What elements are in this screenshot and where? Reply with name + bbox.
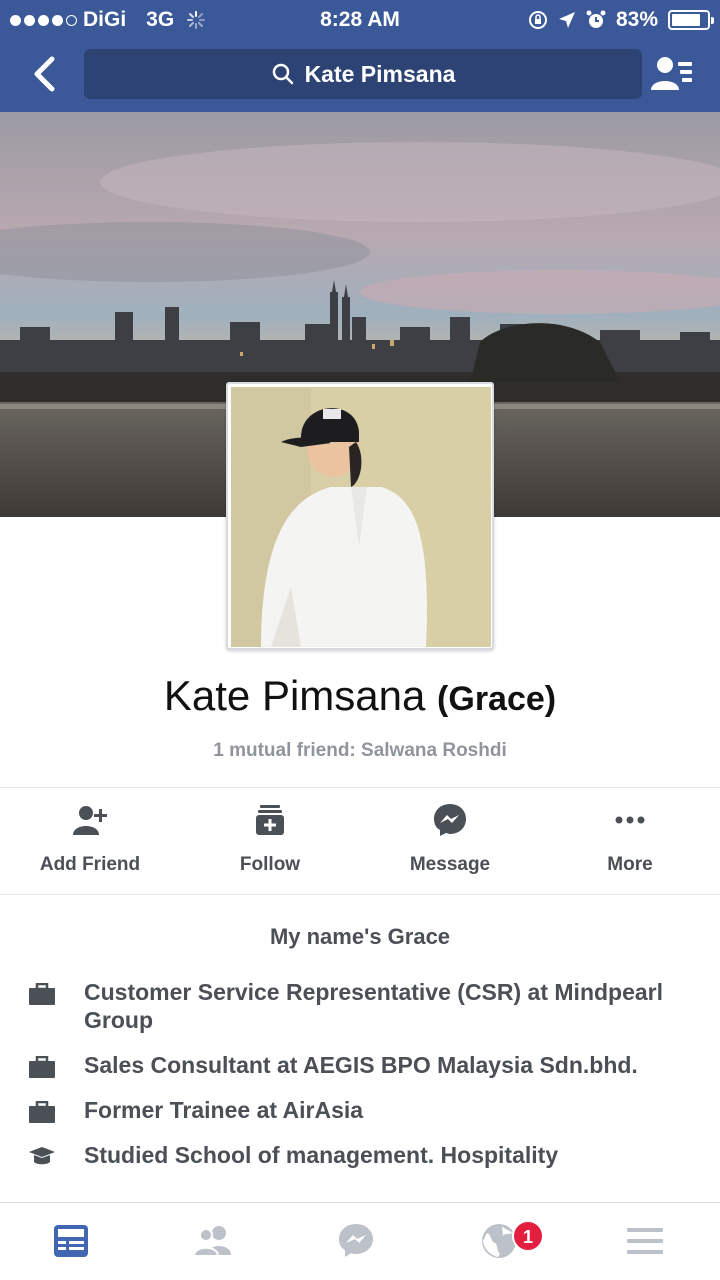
battery-icon (668, 10, 714, 30)
alternate-name: (Grace) (437, 680, 557, 718)
back-chevron-icon[interactable] (26, 54, 66, 94)
work-item-text: Former Trainee at AirAsia (84, 1097, 364, 1123)
add-friend-button[interactable]: Add Friend (0, 788, 180, 894)
friend-requests-icon[interactable] (650, 54, 694, 94)
education-item-text: Studied School of management. Hospitalit… (84, 1142, 559, 1168)
rotation-lock-icon (528, 11, 547, 29)
search-query: Kate Pimsana (304, 60, 456, 87)
full-name: Kate Pimsana (163, 672, 426, 719)
briefcase-icon (29, 1101, 55, 1123)
graduation-cap-icon (29, 1147, 55, 1165)
messenger-icon (434, 804, 466, 836)
alarm-icon (586, 10, 606, 28)
notification-badge: 1 (512, 1220, 544, 1252)
briefcase-icon (29, 983, 55, 1005)
battery-percent: 83% (615, 8, 658, 31)
intro-list: Customer Service Representative (CSR) at… (0, 978, 720, 1186)
profile-actions: Add Friend Follow Message More (0, 788, 720, 894)
messenger-tab-icon[interactable] (335, 1221, 377, 1261)
message-label: Message (409, 854, 491, 875)
add-friend-label: Add Friend (39, 854, 141, 875)
divider (0, 894, 720, 895)
work-item[interactable]: Customer Service Representative (CSR) at… (0, 978, 720, 1034)
bio-text: My name's Grace (269, 924, 451, 949)
work-item[interactable]: Sales Consultant at AEGIS BPO Malaysia S… (0, 1051, 720, 1079)
more-button[interactable]: More (540, 788, 720, 894)
news-feed-tab-icon[interactable] (50, 1221, 92, 1261)
add-friend-icon (73, 806, 107, 835)
menu-tab-icon[interactable] (624, 1221, 666, 1261)
education-item[interactable]: Studied School of management. Hospitalit… (0, 1141, 720, 1169)
status-bar: DiGi 3G 8:28 AM 83% (0, 0, 720, 40)
profile-picture[interactable] (226, 382, 494, 650)
follow-icon (256, 805, 284, 835)
more-icon (615, 816, 645, 824)
follow-label: Follow (239, 854, 301, 875)
profile-name: Kate Pimsana (Grace) (0, 672, 720, 720)
friend-requests-tab-icon[interactable] (192, 1221, 234, 1261)
work-item-text: Sales Consultant at AEGIS BPO Malaysia S… (84, 1052, 638, 1078)
message-button[interactable]: Message (360, 788, 540, 894)
work-item-text: Customer Service Representative (CSR) at… (84, 979, 664, 1033)
mutual-friends[interactable]: 1 mutual friend: Salwana Roshdi (0, 740, 720, 762)
navigation-bar: Kate Pimsana (0, 40, 720, 112)
briefcase-icon (29, 1056, 55, 1078)
tab-bar (0, 1202, 720, 1280)
follow-button[interactable]: Follow (180, 788, 360, 894)
search-bar[interactable]: Kate Pimsana (84, 49, 642, 99)
more-label: More (607, 854, 653, 875)
location-arrow-icon (558, 12, 575, 28)
work-item[interactable]: Former Trainee at AirAsia (0, 1096, 720, 1124)
search-icon (272, 63, 293, 85)
